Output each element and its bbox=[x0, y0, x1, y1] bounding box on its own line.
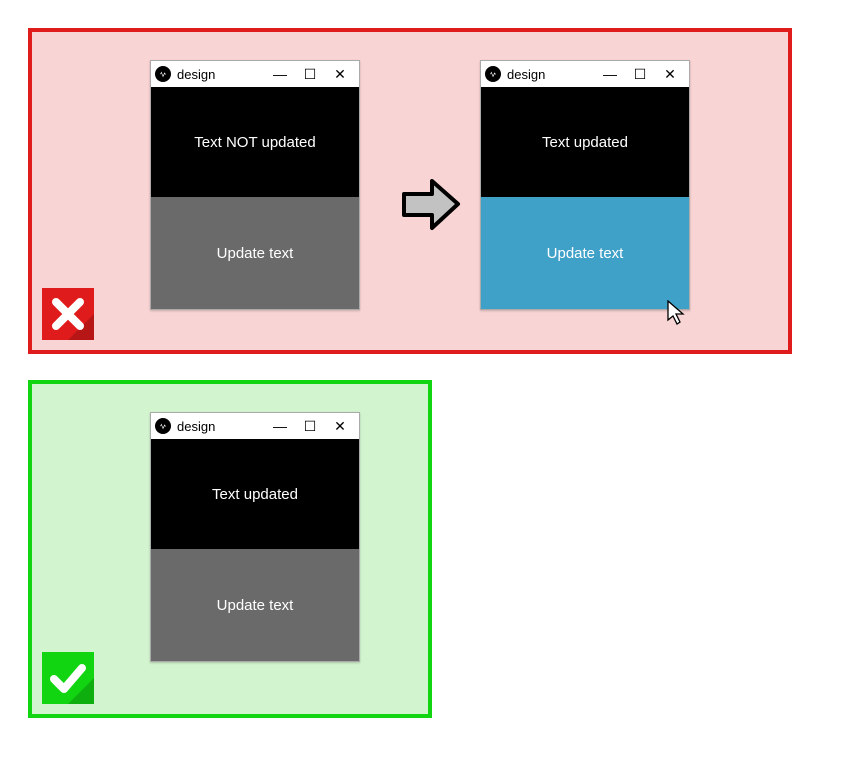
window-title: design bbox=[507, 67, 595, 82]
design-app-icon bbox=[155, 418, 171, 434]
design-app-icon bbox=[485, 66, 501, 82]
cursor-icon bbox=[666, 300, 688, 326]
close-button[interactable]: ✕ bbox=[655, 61, 685, 87]
update-text-button[interactable]: Update text bbox=[151, 197, 359, 309]
app-window-correct: design — ☐ ✕ Text updated Update text bbox=[150, 412, 360, 662]
status-label: Text updated bbox=[151, 439, 359, 549]
arrow-right-icon bbox=[402, 177, 462, 232]
window-title: design bbox=[177, 419, 265, 434]
maximize-button[interactable]: ☐ bbox=[625, 61, 655, 87]
window-title: design bbox=[177, 67, 265, 82]
wrong-example-panel: design — ☐ ✕ Text NOT updated Update tex… bbox=[28, 28, 792, 354]
titlebar: design — ☐ ✕ bbox=[151, 61, 359, 87]
check-icon bbox=[42, 652, 94, 704]
correct-badge bbox=[42, 652, 94, 704]
minimize-button[interactable]: — bbox=[595, 61, 625, 87]
maximize-button[interactable]: ☐ bbox=[295, 413, 325, 439]
cross-icon bbox=[42, 288, 94, 340]
titlebar: design — ☐ ✕ bbox=[151, 413, 359, 439]
app-window-before: design — ☐ ✕ Text NOT updated Update tex… bbox=[150, 60, 360, 310]
correct-example-panel: design — ☐ ✕ Text updated Update text bbox=[28, 380, 432, 718]
status-label: Text updated bbox=[481, 87, 689, 197]
close-button[interactable]: ✕ bbox=[325, 413, 355, 439]
update-text-button[interactable]: Update text bbox=[151, 549, 359, 661]
minimize-button[interactable]: — bbox=[265, 61, 295, 87]
status-label: Text NOT updated bbox=[151, 87, 359, 197]
maximize-button[interactable]: ☐ bbox=[295, 61, 325, 87]
design-app-icon bbox=[155, 66, 171, 82]
close-button[interactable]: ✕ bbox=[325, 61, 355, 87]
app-window-after-wrong: design — ☐ ✕ Text updated Update text bbox=[480, 60, 690, 310]
titlebar: design — ☐ ✕ bbox=[481, 61, 689, 87]
update-text-button[interactable]: Update text bbox=[481, 197, 689, 309]
wrong-badge bbox=[42, 288, 94, 340]
minimize-button[interactable]: — bbox=[265, 413, 295, 439]
